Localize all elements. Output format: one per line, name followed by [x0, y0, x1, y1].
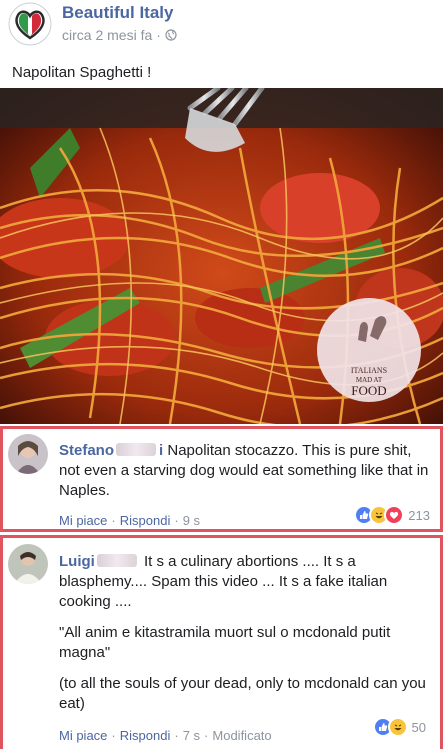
reaction-count: 213 — [408, 507, 430, 523]
comment-stefano: Stefano i Napolitan stocazzo. This is pur… — [0, 426, 443, 532]
italy-heart-avatar-icon[interactable] — [8, 2, 52, 46]
like-button[interactable]: Mi piace — [59, 513, 107, 528]
comment-actions: Mi piace · Rispondi · 9 s — [59, 513, 200, 528]
action-separator: · — [174, 728, 179, 743]
reactions-summary[interactable]: 50 — [372, 717, 426, 737]
avatar[interactable] — [8, 544, 48, 584]
post-meta: circa 2 mesi fa · — [62, 27, 177, 43]
meta-separator: · — [156, 27, 161, 43]
reply-button[interactable]: Rispondi — [120, 513, 171, 528]
stefano-avatar-icon — [8, 434, 48, 474]
redacted-surname — [116, 443, 157, 456]
reactions-summary[interactable]: 213 — [354, 505, 430, 525]
action-separator: · — [111, 513, 116, 528]
comment-body: Luigi It s a culinary abortions .... It … — [59, 552, 430, 714]
comment-text: Napolitan stocazzo. This is pure shit, n… — [59, 442, 429, 499]
page-name-link[interactable]: Beautiful Italy — [62, 3, 173, 23]
comment-timestamp[interactable]: 7 s — [183, 728, 200, 743]
post-timestamp[interactable]: circa 2 mesi fa — [62, 27, 152, 43]
comment-luigi: Luigi It s a culinary abortions .... It … — [0, 535, 443, 749]
comment-author-link[interactable]: Luigi — [59, 553, 95, 570]
action-separator: · — [204, 728, 209, 743]
post-text: Napolitan Spaghetti ! — [12, 64, 152, 81]
haha-reaction-icon — [387, 717, 408, 737]
like-button[interactable]: Mi piace — [59, 728, 107, 743]
comment-paragraph: (to all the souls of your dead, only to … — [59, 675, 426, 712]
comment-actions: Mi piace · Rispondi · 7 s · Modificato — [59, 728, 272, 743]
edited-label[interactable]: Modificato — [212, 728, 271, 743]
globe-icon — [165, 29, 177, 41]
watermark-logo: ITALIANS MAD AT FOOD — [317, 298, 421, 402]
comment-timestamp[interactable]: 9 s — [183, 513, 200, 528]
watermark-line3: FOOD — [351, 383, 386, 398]
comment-author-suffix[interactable]: i — [159, 442, 163, 459]
redacted-surname — [96, 554, 137, 567]
spaghetti-photo[interactable]: ITALIANS MAD AT FOOD — [0, 88, 443, 424]
reply-button[interactable]: Rispondi — [120, 728, 171, 743]
comment-author-link[interactable]: Stefano — [59, 442, 114, 459]
post-header: Beautiful Italy circa 2 mesi fa · — [0, 0, 443, 58]
spaghetti-image: ITALIANS MAD AT FOOD — [0, 88, 443, 424]
love-reaction-icon — [384, 505, 405, 525]
comment-paragraph: "All anim e kitastramila muort sul o mcd… — [59, 624, 391, 661]
luigi-avatar-icon — [8, 544, 48, 584]
watermark-line1: ITALIANS — [351, 366, 387, 375]
comment-body: Stefano i Napolitan stocazzo. This is pur… — [59, 441, 430, 501]
action-separator: · — [174, 513, 179, 528]
avatar[interactable] — [8, 434, 48, 474]
reaction-count: 50 — [411, 719, 426, 735]
action-separator: · — [111, 728, 116, 743]
